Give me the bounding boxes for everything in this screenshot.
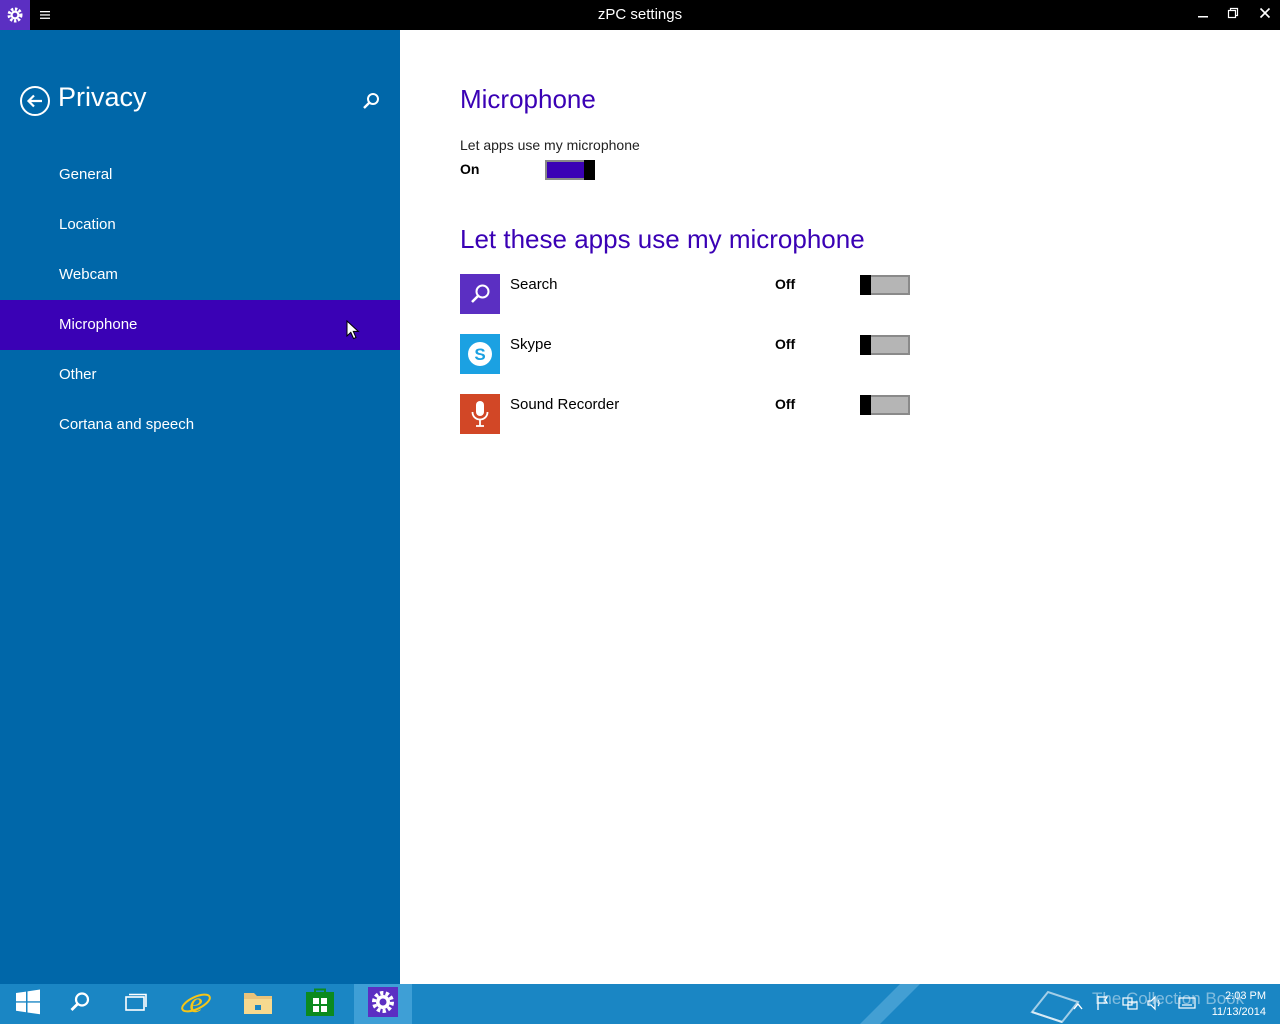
app-toggle-sound-recorder[interactable] bbox=[860, 395, 910, 415]
file-explorer-button[interactable] bbox=[230, 984, 286, 1024]
app-toggle-skype[interactable] bbox=[860, 335, 910, 355]
sidebar-item-location[interactable]: Location bbox=[0, 200, 400, 250]
hamburger-menu-icon[interactable] bbox=[37, 7, 53, 23]
taskbar-stripe-decoration bbox=[860, 984, 920, 1024]
internet-explorer-icon: e bbox=[180, 986, 212, 1023]
app-toggle-search[interactable] bbox=[860, 275, 910, 295]
settings-icon bbox=[368, 986, 398, 1022]
clock-date: 11/13/2014 bbox=[1211, 1006, 1266, 1018]
action-center-flag-icon[interactable] bbox=[1096, 995, 1110, 1016]
keyboard-icon[interactable] bbox=[1178, 996, 1196, 1015]
sidebar-item-cortana-and-speech[interactable]: Cortana and speech bbox=[0, 400, 400, 450]
file-explorer-icon bbox=[243, 989, 273, 1020]
close-icon bbox=[1259, 6, 1271, 24]
svg-text:S: S bbox=[474, 345, 485, 364]
restore-button[interactable] bbox=[1218, 0, 1248, 30]
restore-icon bbox=[1227, 6, 1239, 24]
mouse-cursor-icon bbox=[346, 319, 360, 340]
task-view-icon bbox=[123, 991, 149, 1018]
toggle-thumb bbox=[860, 335, 871, 355]
page-title: Microphone bbox=[460, 84, 596, 114]
network-icon[interactable] bbox=[1122, 995, 1138, 1016]
start-icon bbox=[15, 989, 41, 1020]
clock-time: 2:03 PM bbox=[1225, 990, 1266, 1002]
toggle-thumb bbox=[584, 160, 595, 180]
minimize-button[interactable] bbox=[1188, 0, 1218, 30]
task-view-button[interactable] bbox=[108, 984, 164, 1024]
sidebar-heading: Privacy bbox=[58, 82, 147, 112]
window-title: zPC settings bbox=[597, 6, 683, 23]
toggle-thumb bbox=[860, 275, 871, 295]
show-hidden-icons-icon[interactable] bbox=[1072, 998, 1084, 1016]
minimize-icon bbox=[1197, 6, 1209, 24]
close-button[interactable] bbox=[1250, 0, 1280, 30]
master-toggle-label: Let apps use my microphone bbox=[460, 137, 640, 153]
skype-icon: S bbox=[460, 334, 500, 374]
svg-text:e: e bbox=[189, 986, 202, 1018]
microphone-icon bbox=[460, 394, 500, 434]
toggle-thumb bbox=[860, 395, 871, 415]
sidebar-item-microphone[interactable]: Microphone bbox=[0, 300, 400, 350]
sidebar-item-general[interactable]: General bbox=[0, 150, 400, 200]
internet-explorer-button[interactable]: e bbox=[168, 984, 224, 1024]
clock[interactable]: 2:03 PM 11/13/2014 bbox=[1212, 988, 1266, 1020]
store-button[interactable] bbox=[292, 984, 348, 1024]
start-button[interactable] bbox=[0, 984, 56, 1024]
back-arrow-icon[interactable] bbox=[19, 85, 51, 117]
master-microphone-toggle[interactable] bbox=[545, 160, 595, 180]
search-icon[interactable] bbox=[360, 90, 382, 112]
search-icon bbox=[460, 274, 500, 314]
search-icon bbox=[68, 990, 92, 1019]
app-name-search: Search bbox=[510, 276, 558, 293]
app-name-sound-recorder: Sound Recorder bbox=[510, 396, 620, 413]
taskbar-search-button[interactable] bbox=[52, 984, 108, 1024]
apps-section-heading: Let these apps use my microphone bbox=[460, 224, 865, 254]
settings-gear-icon[interactable] bbox=[0, 0, 30, 30]
master-toggle-state: On bbox=[460, 161, 480, 177]
sidebar-item-webcam[interactable]: Webcam bbox=[0, 250, 400, 300]
main-content: Microphone Let apps use my microphone On… bbox=[400, 30, 1280, 984]
store-icon bbox=[305, 987, 335, 1022]
app-state-search: Off bbox=[775, 276, 796, 292]
settings-button[interactable] bbox=[354, 984, 412, 1024]
taskbar: e The Collection Book 2:03 PM 11/13/2014 bbox=[0, 984, 1280, 1024]
app-name-skype: Skype bbox=[510, 336, 552, 353]
sidebar: Privacy General Location Webcam Micropho… bbox=[0, 30, 400, 984]
app-state-sound-recorder: Off bbox=[775, 396, 796, 412]
title-bar: zPC settings bbox=[0, 0, 1280, 30]
volume-icon[interactable] bbox=[1146, 995, 1164, 1016]
sidebar-item-other[interactable]: Other bbox=[0, 350, 400, 400]
app-state-skype: Off bbox=[775, 336, 796, 352]
